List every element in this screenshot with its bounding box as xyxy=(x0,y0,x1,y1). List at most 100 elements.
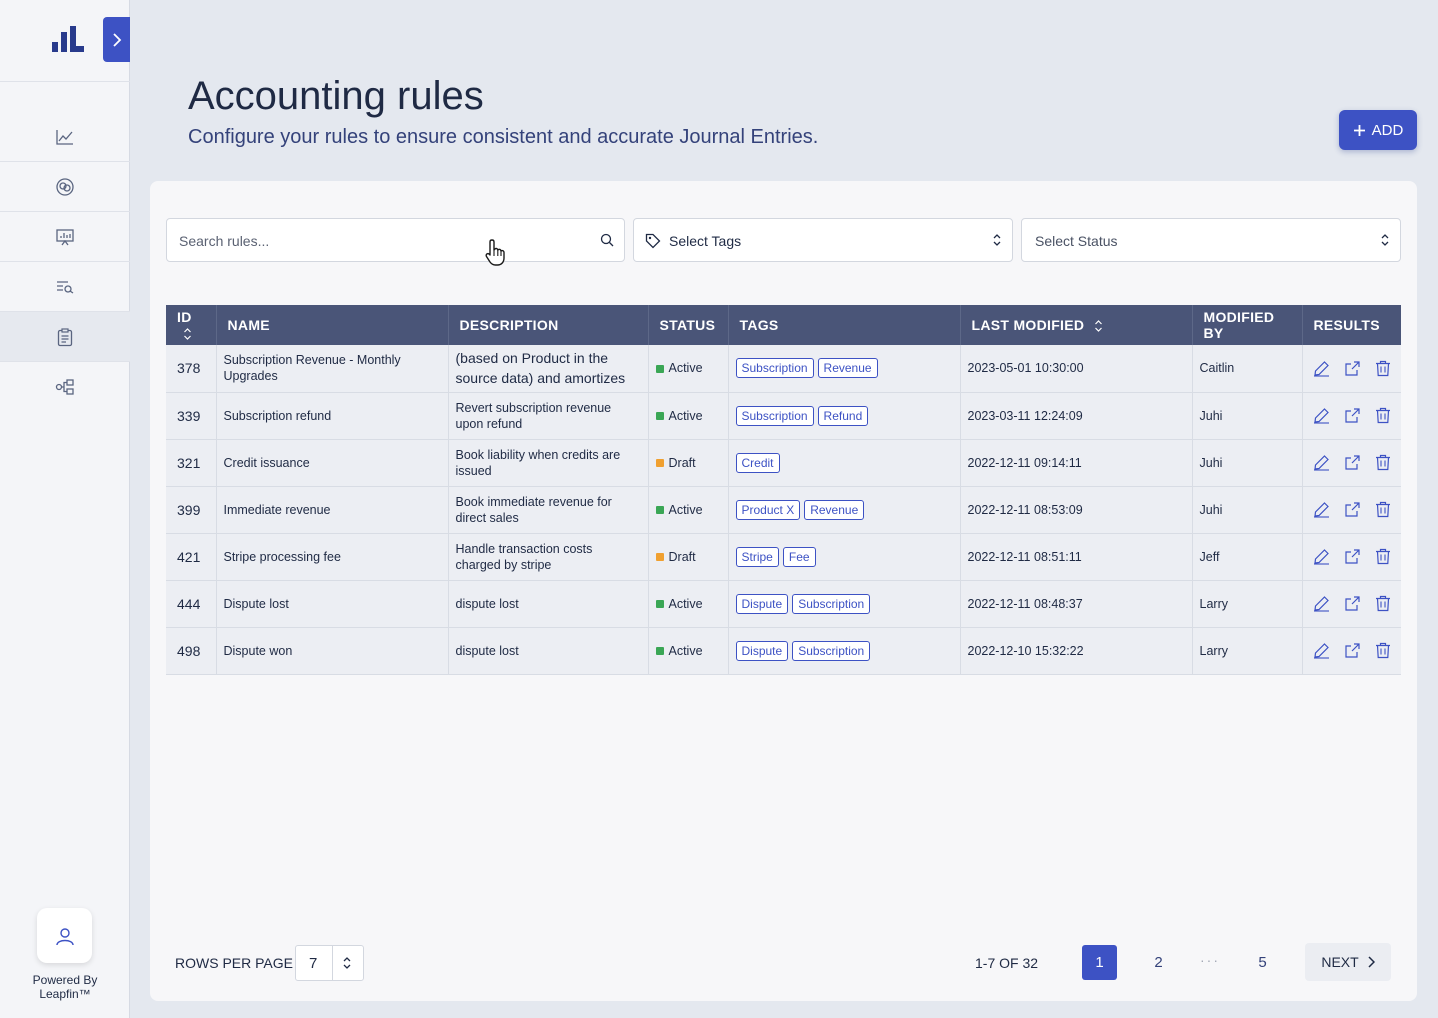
status-label: Active xyxy=(668,596,703,611)
select-tags-label: Select Tags xyxy=(669,233,742,249)
trash-icon[interactable] xyxy=(1375,548,1391,565)
rule-name[interactable]: Stripe processing fee xyxy=(216,533,449,580)
rule-name[interactable]: Dispute won xyxy=(216,627,449,674)
edit-pencil-icon[interactable] xyxy=(1313,642,1330,659)
rule-status: Active xyxy=(648,345,729,392)
column-header-results: RESULTS xyxy=(1313,317,1380,333)
edit-pencil-icon[interactable] xyxy=(1313,501,1330,518)
trash-icon[interactable] xyxy=(1375,454,1391,471)
rule-status: Active xyxy=(648,392,729,439)
tag-badge[interactable]: Fee xyxy=(782,546,816,567)
trash-icon[interactable] xyxy=(1375,642,1391,659)
rule-last-modified: 2022-12-11 09:14:11 xyxy=(960,439,1193,486)
select-status-dropdown[interactable]: Select Status xyxy=(1021,218,1401,262)
tag-badge[interactable]: Credit xyxy=(735,452,780,473)
search-input[interactable] xyxy=(179,229,579,253)
tag-badge[interactable]: Dispute xyxy=(735,640,789,661)
rules-table: ID NAME DESCRIPTION STATUS TAGS LAST MOD… xyxy=(166,305,1401,675)
table-row[interactable]: 378 Subscription Revenue - Monthly Upgrad… xyxy=(166,345,1401,392)
rule-name[interactable]: Subscription Revenue - Monthly Upgrades xyxy=(216,345,449,392)
rule-id: 399 xyxy=(166,486,217,533)
tag-badge[interactable]: Subscription xyxy=(735,358,814,379)
column-header-status: STATUS xyxy=(648,305,729,345)
table-row[interactable]: 444 Dispute lost dispute lost Active Dispute… xyxy=(166,580,1401,627)
search-icon[interactable] xyxy=(600,233,614,247)
tag-badge[interactable]: Stripe xyxy=(735,546,779,567)
tag-badge[interactable]: Product X xyxy=(735,499,801,520)
page-button-5[interactable]: 5 xyxy=(1245,945,1280,980)
tag-badge[interactable]: Subscription xyxy=(735,405,814,426)
user-avatar-button[interactable] xyxy=(37,908,92,963)
tag-icon xyxy=(645,233,661,249)
rows-per-page-value: 7 xyxy=(309,955,318,972)
edit-pencil-icon[interactable] xyxy=(1313,548,1330,565)
search-field[interactable] xyxy=(166,218,625,262)
rule-id: 339 xyxy=(166,392,217,439)
open-external-icon[interactable] xyxy=(1344,454,1361,471)
rule-actions xyxy=(1302,439,1401,486)
rule-actions xyxy=(1302,627,1401,674)
page-button-2[interactable]: 2 xyxy=(1141,945,1176,980)
sort-icon[interactable] xyxy=(1094,319,1103,333)
page-button-1[interactable]: 1 xyxy=(1082,945,1117,980)
open-external-icon[interactable] xyxy=(1344,642,1361,659)
share-nodes-icon xyxy=(55,379,74,395)
edit-pencil-icon[interactable] xyxy=(1313,595,1330,612)
trash-icon[interactable] xyxy=(1375,360,1391,377)
leapfin-logo-icon[interactable] xyxy=(48,26,84,52)
column-header-last-modified[interactable]: LAST MODIFIED xyxy=(960,305,1193,345)
rule-name[interactable]: Subscription refund xyxy=(216,392,449,439)
edit-pencil-icon[interactable] xyxy=(1313,360,1330,377)
column-header-id[interactable]: ID xyxy=(166,305,217,345)
next-page-button[interactable]: NEXT xyxy=(1305,943,1391,981)
trash-icon[interactable] xyxy=(1375,407,1391,424)
sidebar-item-rules[interactable] xyxy=(0,312,130,362)
user-icon xyxy=(55,927,74,945)
open-external-icon[interactable] xyxy=(1344,595,1361,612)
select-tags-dropdown[interactable]: Select Tags xyxy=(633,218,1013,262)
tag-badge[interactable]: Subscription xyxy=(792,593,871,614)
table-row[interactable]: 421 Stripe processing fee Handle transacti… xyxy=(166,533,1401,580)
page-subtitle: Configure your rules to ensure consisten… xyxy=(188,126,819,148)
open-external-icon[interactable] xyxy=(1344,407,1361,424)
open-external-icon[interactable] xyxy=(1344,501,1361,518)
rule-name[interactable]: Immediate revenue xyxy=(216,486,449,533)
rule-name[interactable]: Dispute lost xyxy=(216,580,449,627)
trash-icon[interactable] xyxy=(1375,595,1391,612)
tag-badge[interactable]: Refund xyxy=(817,405,869,426)
rule-last-modified: 2023-05-01 10:30:00 xyxy=(960,345,1193,392)
rule-id: 444 xyxy=(166,580,217,627)
powered-by-text: Powered By Leapfin™ xyxy=(0,973,130,1001)
table-row[interactable]: 321 Credit issuance Book liability when cr… xyxy=(166,439,1401,486)
sidebar-item-explorer[interactable] xyxy=(0,262,130,312)
rule-tags: Subscription Revenue xyxy=(728,345,961,392)
chevron-up-down-icon xyxy=(343,957,351,969)
edit-pencil-icon[interactable] xyxy=(1313,407,1330,424)
table-row[interactable]: 498 Dispute won dispute lost Active Dispute S… xyxy=(166,627,1401,674)
sort-icon[interactable] xyxy=(183,327,192,341)
status-indicator-icon xyxy=(655,506,664,515)
rows-per-page-select[interactable]: 7 xyxy=(295,945,364,981)
trash-icon[interactable] xyxy=(1375,501,1391,518)
rule-name[interactable]: Credit issuance xyxy=(216,439,449,486)
open-external-icon[interactable] xyxy=(1344,548,1361,565)
tag-badge[interactable]: Revenue xyxy=(817,358,878,379)
rule-modified-by: Juhi xyxy=(1192,486,1303,533)
rule-last-modified: 2022-12-11 08:51:11 xyxy=(960,533,1193,580)
rule-tags: Dispute Subscription xyxy=(728,580,961,627)
sidebar-item-integrations[interactable] xyxy=(0,162,130,212)
tag-badge[interactable]: Revenue xyxy=(804,499,865,520)
sidebar-expand-button[interactable] xyxy=(103,17,130,62)
open-external-icon[interactable] xyxy=(1344,360,1361,377)
sidebar-item-analytics[interactable] xyxy=(0,112,130,162)
edit-pencil-icon[interactable] xyxy=(1313,454,1330,471)
table-row[interactable]: 339 Subscription refund Revert subscriptio… xyxy=(166,392,1401,439)
table-row[interactable]: 399 Immediate revenue Book immediate reven… xyxy=(166,486,1401,533)
tag-badge[interactable]: Dispute xyxy=(735,593,789,614)
rule-modified-by: Juhi xyxy=(1192,439,1303,486)
sidebar-item-workflows[interactable] xyxy=(0,362,130,412)
sidebar-item-reports[interactable] xyxy=(0,212,130,262)
add-rule-button[interactable]: ADD xyxy=(1339,110,1417,150)
tag-badge[interactable]: Subscription xyxy=(792,640,871,661)
rule-tags: Stripe Fee xyxy=(728,533,961,580)
